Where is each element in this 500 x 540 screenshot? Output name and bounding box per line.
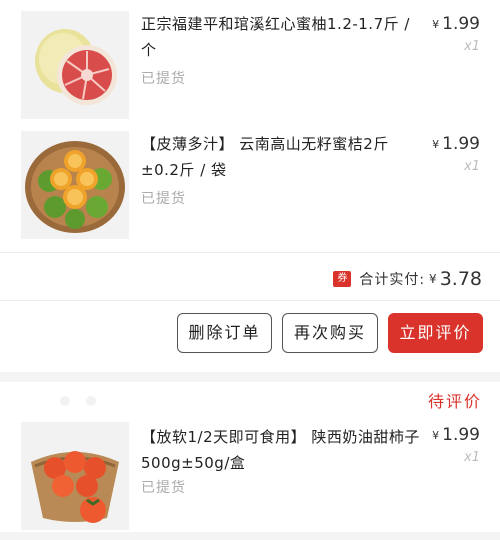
product-title: 【皮薄多汁】 云南高山无籽蜜桔2斤 ±0.2斤 / 袋 [141, 135, 389, 179]
pickup-status: 已提货 [141, 71, 186, 87]
review-now-button[interactable]: 立即评价 [388, 313, 483, 353]
item-price: ¥1.99 [432, 134, 480, 154]
order-total: 券 合计实付: ¥ 3.78 [333, 266, 482, 292]
order-item[interactable]: 正宗福建平和琯溪红心蜜柚1.2-1.7斤 / 个 已提货 ¥1.99 x1 [0, 11, 500, 129]
item-price: ¥1.99 [432, 425, 480, 445]
product-title: 正宗福建平和琯溪红心蜜柚1.2-1.7斤 / 个 [141, 15, 410, 59]
rebuy-button[interactable]: 再次购买 [282, 313, 378, 353]
currency-symbol: ¥ [432, 18, 440, 31]
item-quantity: x1 [464, 39, 480, 54]
currency-symbol: ¥ [429, 272, 437, 286]
persimmon-basket-image [21, 422, 129, 530]
product-title: 【放软1/2天即可食用】 陕西奶油甜柿子500g±50g/盒 [141, 428, 420, 472]
order-item[interactable]: 【皮薄多汁】 云南高山无籽蜜桔2斤 ±0.2斤 / 袋 已提货 ¥1.99 x1 [0, 131, 500, 249]
price-value: 1.99 [442, 425, 480, 445]
price-value: 1.99 [442, 134, 480, 154]
divider [0, 252, 500, 253]
order-status-label: 待评价 [427, 392, 482, 411]
currency-symbol: ¥ [432, 429, 440, 442]
tangerine-basket-image [21, 131, 129, 239]
order-card: 正宗福建平和琯溪红心蜜柚1.2-1.7斤 / 个 已提货 ¥1.99 x1 【皮… [0, 0, 500, 372]
item-quantity: x1 [464, 450, 480, 465]
total-value: 3.78 [439, 268, 482, 290]
price-value: 1.99 [442, 14, 480, 34]
divider [0, 300, 500, 301]
pomelo-image [21, 11, 129, 119]
delete-order-button[interactable]: 删除订单 [177, 313, 272, 353]
item-price: ¥1.99 [432, 14, 480, 34]
pickup-status: 已提货 [141, 480, 186, 496]
currency-symbol: ¥ [432, 138, 440, 151]
pickup-status: 已提货 [141, 191, 186, 207]
total-label: 合计实付: [359, 272, 426, 288]
item-quantity: x1 [464, 159, 480, 174]
order-item[interactable]: 【放软1/2天即可食用】 陕西奶油甜柿子500g±50g/盒 已提货 ¥1.99… [0, 422, 500, 540]
coupon-badge: 券 [333, 271, 352, 287]
order-card: 待评价 【放软1/2天即可食用】 陕西奶油甜柿子500g±50g/盒 已提货 ¥… [0, 382, 500, 532]
placeholder-dots [60, 396, 96, 406]
